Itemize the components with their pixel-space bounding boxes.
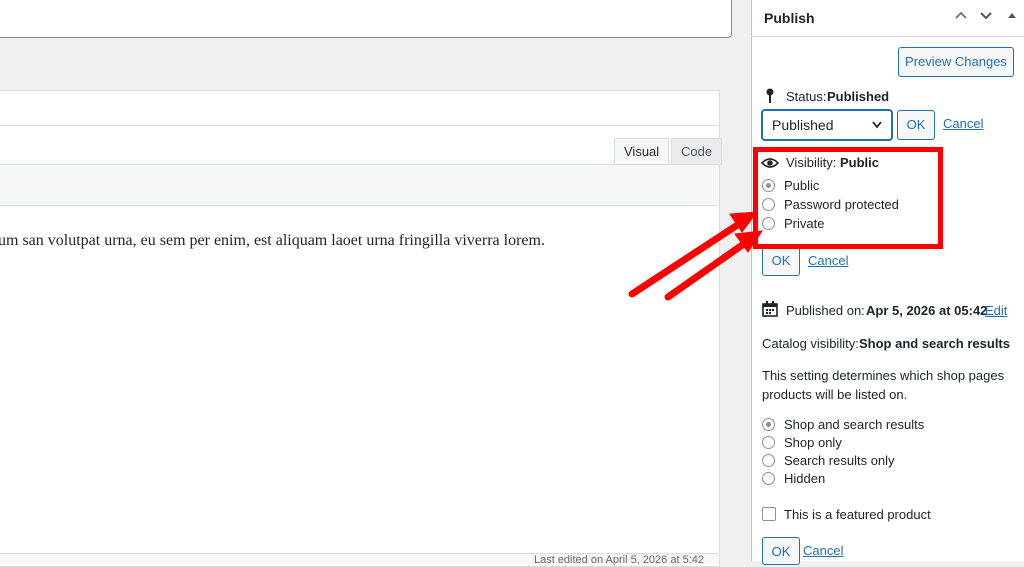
annotation-arrows — [628, 211, 764, 301]
